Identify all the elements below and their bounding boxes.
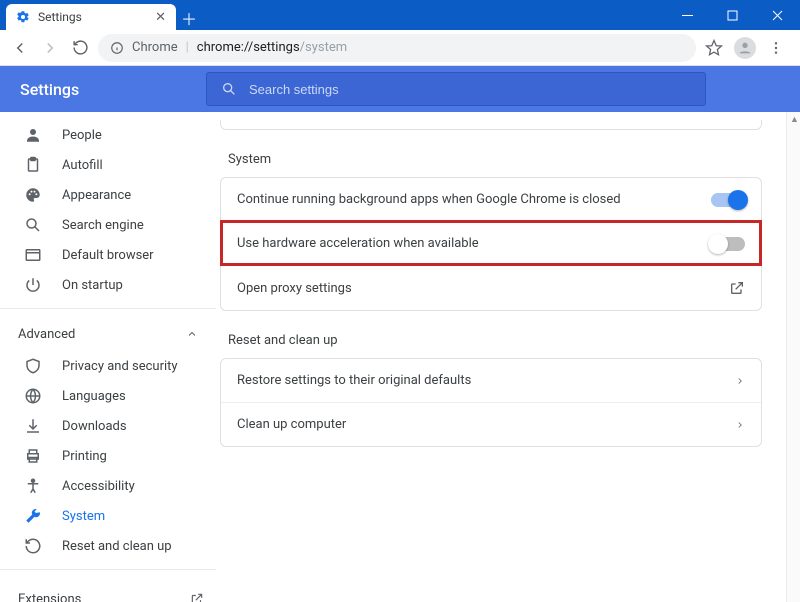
- sidebar-item-label: People: [62, 128, 204, 143]
- omnibox-path: /system: [300, 40, 347, 55]
- sidebar-item-label: On startup: [62, 278, 204, 293]
- browser-toolbar: Chrome | chrome://settings/system: [0, 30, 800, 66]
- clipboard-icon: [24, 156, 42, 174]
- chevron-right-icon: [735, 376, 745, 386]
- settings-sidebar: People Autofill Appearance Search engine…: [0, 112, 216, 602]
- site-info-icon[interactable]: [110, 41, 124, 55]
- open-in-new-icon: [729, 280, 745, 296]
- window-minimize-button[interactable]: [665, 0, 710, 30]
- search-icon: [221, 81, 237, 97]
- sidebar-item-label: Privacy and security: [62, 359, 204, 374]
- sidebar-item-appearance[interactable]: Appearance: [0, 180, 216, 210]
- globe-icon: [24, 387, 42, 405]
- chevron-up-icon: [186, 328, 198, 340]
- sidebar-item-printing[interactable]: Printing: [0, 441, 216, 471]
- row-restore-defaults[interactable]: Restore settings to their original defau…: [221, 359, 761, 402]
- sidebar-item-label: Accessibility: [62, 479, 204, 494]
- system-card: Continue running background apps when Go…: [220, 177, 762, 311]
- wrench-icon: [24, 507, 42, 525]
- toggle-hardware-acceleration[interactable]: [711, 237, 745, 251]
- sidebar-item-autofill[interactable]: Autofill: [0, 150, 216, 180]
- profile-avatar[interactable]: [734, 37, 756, 59]
- window-titlebar: Settings ✕ ＋: [0, 0, 800, 30]
- sidebar-item-accessibility[interactable]: Accessibility: [0, 471, 216, 501]
- toggle-background-apps[interactable]: [711, 193, 745, 207]
- address-bar[interactable]: Chrome | chrome://settings/system: [98, 34, 696, 62]
- sidebar-item-downloads[interactable]: Downloads: [0, 411, 216, 441]
- accessibility-icon: [24, 477, 42, 495]
- chrome-menu-button[interactable]: [764, 36, 788, 60]
- sidebar-item-label: System: [62, 509, 204, 524]
- new-tab-button[interactable]: ＋: [176, 6, 202, 30]
- sidebar-item-label: Downloads: [62, 419, 204, 434]
- sidebar-item-languages[interactable]: Languages: [0, 381, 216, 411]
- row-clean-up[interactable]: Clean up computer: [221, 402, 761, 446]
- chevron-right-icon: [735, 420, 745, 430]
- bookmark-star-icon[interactable]: [702, 36, 726, 60]
- window-controls: [665, 0, 800, 30]
- tab-strip: Settings ✕ ＋: [0, 0, 665, 30]
- sidebar-item-label: Extensions: [18, 592, 178, 602]
- sidebar-item-label: Reset and clean up: [62, 539, 204, 554]
- settings-content: System Continue running background apps …: [216, 112, 800, 602]
- scroll-up-arrow-icon: ▲: [790, 114, 799, 125]
- sidebar-section-advanced[interactable]: Advanced: [0, 317, 216, 351]
- row-hardware-acceleration[interactable]: Use hardware acceleration when available: [221, 221, 761, 265]
- browser-tab-settings[interactable]: Settings ✕: [6, 4, 176, 30]
- sidebar-item-label: Default browser: [62, 248, 204, 263]
- gear-icon: [16, 10, 30, 24]
- settings-header-title: Settings: [20, 80, 196, 99]
- shield-icon: [24, 357, 42, 375]
- reset-card: Restore settings to their original defau…: [220, 358, 762, 447]
- close-tab-icon[interactable]: ✕: [155, 11, 166, 24]
- open-in-new-icon: [190, 592, 204, 602]
- section-title-reset: Reset and clean up: [228, 333, 780, 348]
- row-label: Continue running background apps when Go…: [237, 192, 621, 207]
- search-icon: [24, 216, 42, 234]
- sidebar-item-reset[interactable]: Reset and clean up: [0, 531, 216, 561]
- sidebar-item-privacy[interactable]: Privacy and security: [0, 351, 216, 381]
- browser-window-icon: [24, 246, 42, 264]
- sidebar-item-on-startup[interactable]: On startup: [0, 270, 216, 300]
- sidebar-item-label: Appearance: [62, 188, 204, 203]
- power-icon: [24, 276, 42, 294]
- forward-button[interactable]: [38, 36, 62, 60]
- omnibox-chip: Chrome: [132, 40, 178, 55]
- content-scrollbar[interactable]: ▲: [786, 112, 800, 602]
- reload-button[interactable]: [68, 36, 92, 60]
- sidebar-item-label: Autofill: [62, 158, 204, 173]
- omnibox-origin: chrome://settings: [197, 40, 300, 55]
- settings-search-box[interactable]: [206, 72, 706, 106]
- sidebar-item-label: Languages: [62, 389, 204, 404]
- window-maximize-button[interactable]: [710, 0, 755, 30]
- palette-icon: [24, 186, 42, 204]
- section-title-system: System: [228, 152, 780, 167]
- prev-section-card-bottom: [220, 120, 762, 130]
- download-icon: [24, 417, 42, 435]
- row-label: Restore settings to their original defau…: [237, 373, 471, 388]
- settings-header: Settings: [0, 66, 800, 112]
- settings-search-input[interactable]: [249, 82, 691, 97]
- tab-title: Settings: [38, 10, 147, 24]
- window-close-button[interactable]: [755, 0, 800, 30]
- sidebar-section-label: Advanced: [18, 327, 75, 342]
- sidebar-item-system[interactable]: System: [0, 501, 216, 531]
- row-label: Clean up computer: [237, 417, 346, 432]
- row-open-proxy[interactable]: Open proxy settings: [221, 265, 761, 310]
- sidebar-item-default-browser[interactable]: Default browser: [0, 240, 216, 270]
- row-background-apps[interactable]: Continue running background apps when Go…: [221, 178, 761, 221]
- person-icon: [24, 126, 42, 144]
- row-label: Open proxy settings: [237, 281, 352, 296]
- sidebar-item-search-engine[interactable]: Search engine: [0, 210, 216, 240]
- sidebar-item-extensions[interactable]: Extensions: [0, 584, 216, 602]
- printer-icon: [24, 447, 42, 465]
- restore-icon: [24, 537, 42, 555]
- row-label: Use hardware acceleration when available: [237, 236, 479, 251]
- back-button[interactable]: [8, 36, 32, 60]
- sidebar-item-label: Printing: [62, 449, 204, 464]
- sidebar-item-people[interactable]: People: [0, 120, 216, 150]
- sidebar-item-label: Search engine: [62, 218, 204, 233]
